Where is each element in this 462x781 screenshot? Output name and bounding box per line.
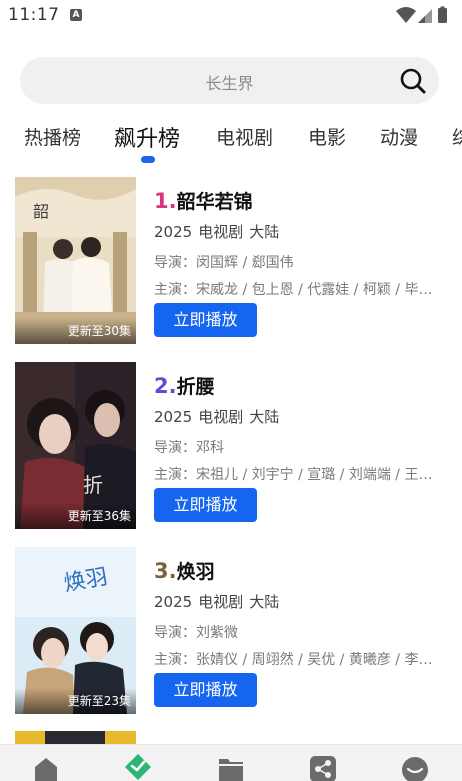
poster-image-partial[interactable] [15, 731, 136, 745]
tab-anime[interactable]: 动漫 [380, 123, 418, 150]
tab-variety[interactable]: 综 [452, 123, 462, 150]
poster-overlay: 更新至23集 [15, 688, 136, 714]
category: 电视剧 [198, 223, 244, 241]
update-status: 更新至23集 [67, 694, 131, 708]
region: 大陆 [249, 593, 280, 611]
list-item[interactable]: 韶 更新至30集 1.韶华若锦 2025 电视剧 大陆 导演：闵国辉 / 郄国伟 主… [0, 177, 462, 345]
item-meta: 2025 电视剧 大陆 [154, 221, 285, 242]
discover-icon[interactable] [124, 753, 152, 780]
tab-tv[interactable]: 电视剧 [216, 123, 273, 150]
title-text: 韶华若锦 [176, 191, 253, 213]
cast: 主演：宋威龙 / 包上恩 / 代露娃 / 柯颖 / 毕雯珺 [154, 282, 440, 298]
profile-icon[interactable] [401, 755, 429, 781]
category: 电视剧 [198, 593, 244, 611]
rank-number: 3. [154, 559, 177, 583]
item-title[interactable]: 1.韶华若锦 [154, 187, 253, 214]
region: 大陆 [249, 223, 280, 241]
rank-number: 1. [154, 189, 177, 213]
poster-overlay: 更新至30集 [15, 318, 136, 344]
wifi-icon [396, 7, 416, 23]
poster-image[interactable]: 焕羽 更新至23集 [15, 547, 136, 714]
region: 大陆 [249, 408, 280, 426]
update-status: 更新至30集 [67, 324, 131, 338]
director: 导演：邓科 [154, 440, 224, 456]
poster-image[interactable]: 韶 更新至30集 [15, 177, 136, 344]
tab-hot[interactable]: 热播榜 [24, 123, 81, 150]
play-button[interactable]: 立即播放 [154, 488, 257, 522]
tab-movie[interactable]: 电影 [308, 123, 346, 150]
svg-text:折: 折 [83, 473, 103, 497]
update-status: 更新至36集 [67, 509, 131, 523]
list-item[interactable]: 焕羽 更新至23集 3.焕羽 2025 电视剧 大陆 导演：刘紫微 主演：张婧仪 /… [0, 547, 462, 715]
search-icon[interactable] [399, 67, 427, 95]
home-icon[interactable] [32, 755, 60, 781]
status-icons [396, 6, 447, 23]
item-meta: 2025 电视剧 大陆 [154, 591, 285, 612]
search-placeholder[interactable]: 长生界 [20, 70, 439, 94]
title-text: 折腰 [176, 376, 215, 398]
notification-icon: A [70, 9, 82, 21]
signal-icon-fill [418, 16, 425, 23]
cast: 主演：宋祖儿 / 刘宇宁 / 宣璐 / 刘端端 / 王鹤润 [154, 467, 440, 483]
list-item[interactable]: 折 更新至36集 2.折腰 2025 电视剧 大陆 导演：邓科 主演：宋祖儿 / 刘… [0, 362, 462, 530]
director: 导演：刘紫微 [154, 625, 238, 641]
play-button[interactable]: 立即播放 [154, 673, 257, 707]
share-icon[interactable] [309, 755, 337, 781]
play-button[interactable]: 立即播放 [154, 303, 257, 337]
battery-icon [438, 8, 447, 23]
status-bar: 11:17 A [0, 0, 462, 32]
folder-icon[interactable] [217, 755, 245, 781]
item-title[interactable]: 2.折腰 [154, 372, 215, 399]
search-bar[interactable]: 长生界 [20, 57, 439, 104]
category-tabs: 热播榜 飙升榜 电视剧 电影 动漫 综 [0, 118, 462, 164]
status-time: 11:17 [8, 5, 60, 25]
year: 2025 [154, 408, 193, 426]
year: 2025 [154, 223, 193, 241]
item-title[interactable]: 3.焕羽 [154, 557, 215, 584]
poster-overlay: 更新至36集 [15, 503, 136, 529]
tab-rising[interactable]: 飙升榜 [114, 121, 180, 153]
director: 导演：闵国辉 / 郄国伟 [154, 255, 294, 271]
cast: 主演：张婧仪 / 周翊然 / 吴优 / 黄曦彦 / 李泽锋 [154, 652, 440, 668]
year: 2025 [154, 593, 193, 611]
tab-indicator [141, 156, 155, 163]
category: 电视剧 [198, 408, 244, 426]
svg-text:韶: 韶 [33, 202, 49, 221]
title-text: 焕羽 [176, 561, 215, 583]
poster-image[interactable]: 折 更新至36集 [15, 362, 136, 529]
rank-number: 2. [154, 374, 177, 398]
item-meta: 2025 电视剧 大陆 [154, 406, 285, 427]
bottom-nav [0, 744, 462, 781]
